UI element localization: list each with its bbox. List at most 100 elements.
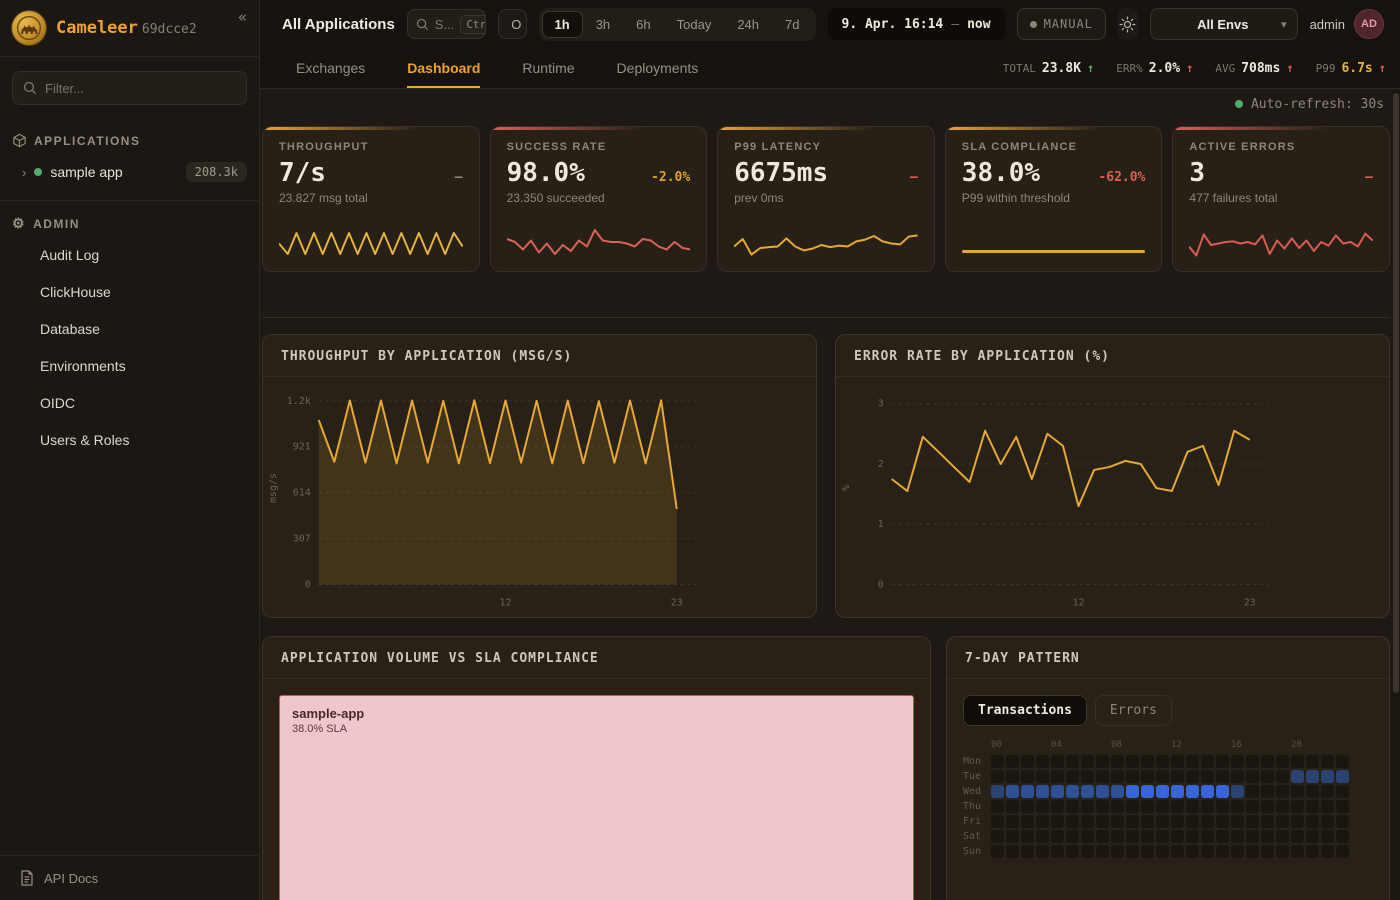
heatmap-cell <box>1081 845 1094 858</box>
scrollbar-thumb[interactable] <box>1393 93 1399 693</box>
heatmap-cell <box>1141 830 1154 843</box>
heatmap-cell <box>1276 830 1289 843</box>
brand: Cameleer69dcce2 <box>56 18 197 38</box>
heatmap-cell <box>1186 800 1199 813</box>
heatmap-cell <box>991 815 1004 828</box>
svg-text:msg/s: msg/s <box>268 473 279 503</box>
environment-select[interactable]: All Envs ▾ <box>1150 8 1298 40</box>
pattern-panel: 7-DAY PATTERN TransactionsErrors 0004081… <box>946 636 1390 900</box>
heatmap-cell <box>1276 755 1289 768</box>
trend-arrow-icon: ↑ <box>1286 61 1293 75</box>
chevron-right-icon[interactable]: › <box>22 165 26 180</box>
sidebar-item-audit-log[interactable]: Audit Log <box>0 240 259 270</box>
tab-deployments[interactable]: Deployments <box>617 48 699 88</box>
main-tabs: Exchanges Dashboard Runtime Deployments <box>296 48 698 88</box>
app-name-label: sample app <box>50 164 122 180</box>
tab-exchanges[interactable]: Exchanges <box>296 48 365 88</box>
sidebar-item-oidc[interactable]: OIDC <box>0 388 259 418</box>
sidebar-collapse-button[interactable]: « <box>238 8 247 26</box>
sparkline <box>1189 223 1373 261</box>
pattern-tab-transactions[interactable]: Transactions <box>963 695 1087 726</box>
range-button-24h[interactable]: 24h <box>724 11 772 38</box>
admin-header-label: ADMIN <box>33 217 80 231</box>
sun-icon <box>1119 16 1136 33</box>
header-stats: TOTAL 23.8K ↑ ERR% 2.0% ↑ AVG 708ms ↑ P9… <box>1003 48 1386 88</box>
time-range-group: 1h3h6hToday24h7d <box>539 8 816 41</box>
bottom-row: APPLICATION VOLUME VS SLA COMPLIANCE sam… <box>262 636 1390 900</box>
range-button-3h[interactable]: 3h <box>583 11 623 38</box>
user-name: admin <box>1310 17 1345 32</box>
heatmap-cell <box>1246 815 1259 828</box>
global-search-input[interactable]: S... Ctrl+K <box>407 9 486 39</box>
kpi-card-active-errors: ACTIVE ERRORS 3 – 477 failures total <box>1172 126 1390 272</box>
heatmap-cell <box>1021 785 1034 798</box>
sidebar-item-api-docs[interactable]: API Docs <box>0 856 259 900</box>
sidebar-item-sample-app[interactable]: › sample app 208.3k <box>0 156 259 188</box>
heatmap-cell <box>1246 830 1259 843</box>
heatmap-cell <box>1021 815 1034 828</box>
sidebar-item-clickhouse[interactable]: ClickHouse <box>0 277 259 307</box>
range-button-6h[interactable]: 6h <box>623 11 663 38</box>
vertical-scrollbar[interactable] <box>1392 89 1400 900</box>
online-label: O <box>511 17 521 32</box>
kpi-value: 38.0% <box>962 158 1040 188</box>
heatmap-cell <box>1081 755 1094 768</box>
theme-toggle-button[interactable] <box>1118 8 1138 40</box>
range-button-today[interactable]: Today <box>664 11 725 38</box>
treemap-node-sample-app[interactable]: sample-app 38.0% SLA <box>279 695 914 900</box>
svg-text:1.2k: 1.2k <box>287 396 311 407</box>
heatmap-cell <box>1336 785 1349 798</box>
auto-refresh-indicator: Auto-refresh: 30s <box>262 89 1390 119</box>
error-rate-chart-panel: ERROR RATE BY APPLICATION (%) 01231223% <box>835 334 1390 618</box>
heatmap-cell <box>1306 800 1319 813</box>
heatmap-cell <box>1111 755 1124 768</box>
range-button-7d[interactable]: 7d <box>772 11 812 38</box>
heatmap-cell <box>1231 830 1244 843</box>
heatmap-cell <box>1186 830 1199 843</box>
search-icon <box>416 18 429 31</box>
filter-input[interactable]: Filter... <box>12 71 247 105</box>
cube-icon <box>12 133 27 148</box>
svg-text:307: 307 <box>293 534 311 545</box>
range-button-1h[interactable]: 1h <box>542 11 583 38</box>
card-accent-bar <box>491 127 707 130</box>
heatmap-cell <box>1336 800 1349 813</box>
heatmap-cell <box>1261 770 1274 783</box>
heatmap-row-tue: Tue <box>963 770 1373 783</box>
heatmap-cell <box>1336 755 1349 768</box>
card-accent-bar <box>263 127 479 130</box>
card-accent-bar <box>1173 127 1389 130</box>
manual-mode-button[interactable]: MANUAL <box>1017 8 1106 40</box>
sidebar-item-database[interactable]: Database <box>0 314 259 344</box>
heatmap-cell <box>1066 770 1079 783</box>
tab-dashboard[interactable]: Dashboard <box>407 48 480 88</box>
datetime-range-display[interactable]: 9. Apr. 16:14 – now <box>828 8 1005 40</box>
heatmap-cell <box>1186 845 1199 858</box>
heatmap-cell <box>1276 815 1289 828</box>
online-status-button[interactable]: O <box>498 9 526 39</box>
heatmap-cell <box>991 755 1004 768</box>
heatmap-cell <box>1036 845 1049 858</box>
kpi-card-throughput: THROUGHPUT 7/s – 23.827 msg total <box>262 126 480 272</box>
heatmap-cell <box>1111 770 1124 783</box>
avatar[interactable]: AD <box>1354 9 1384 39</box>
sla-progress-bar <box>962 250 1146 253</box>
admin-section-header: ⚙ ADMIN <box>0 201 259 240</box>
stat-p99: P99 6.7s ↑ <box>1316 61 1386 76</box>
heatmap-cell <box>1321 785 1334 798</box>
tab-runtime[interactable]: Runtime <box>522 48 574 88</box>
kpi-card-p99-latency: P99 LATENCY 6675ms – prev 0ms <box>717 126 935 272</box>
heatmap-cell <box>1051 755 1064 768</box>
sidebar-item-environments[interactable]: Environments <box>0 351 259 381</box>
heatmap-cell <box>1336 830 1349 843</box>
heatmap-cell <box>1231 800 1244 813</box>
svg-text:0: 0 <box>305 580 311 591</box>
heatmap-cell <box>1171 815 1184 828</box>
divider <box>0 56 259 57</box>
svg-text:12: 12 <box>1073 597 1085 608</box>
pattern-tab-errors[interactable]: Errors <box>1095 695 1172 726</box>
heatmap-cell <box>1261 845 1274 858</box>
heatmap-cell <box>1201 815 1214 828</box>
heatmap-cell <box>1336 770 1349 783</box>
sidebar-item-users-roles[interactable]: Users & Roles <box>0 425 259 455</box>
